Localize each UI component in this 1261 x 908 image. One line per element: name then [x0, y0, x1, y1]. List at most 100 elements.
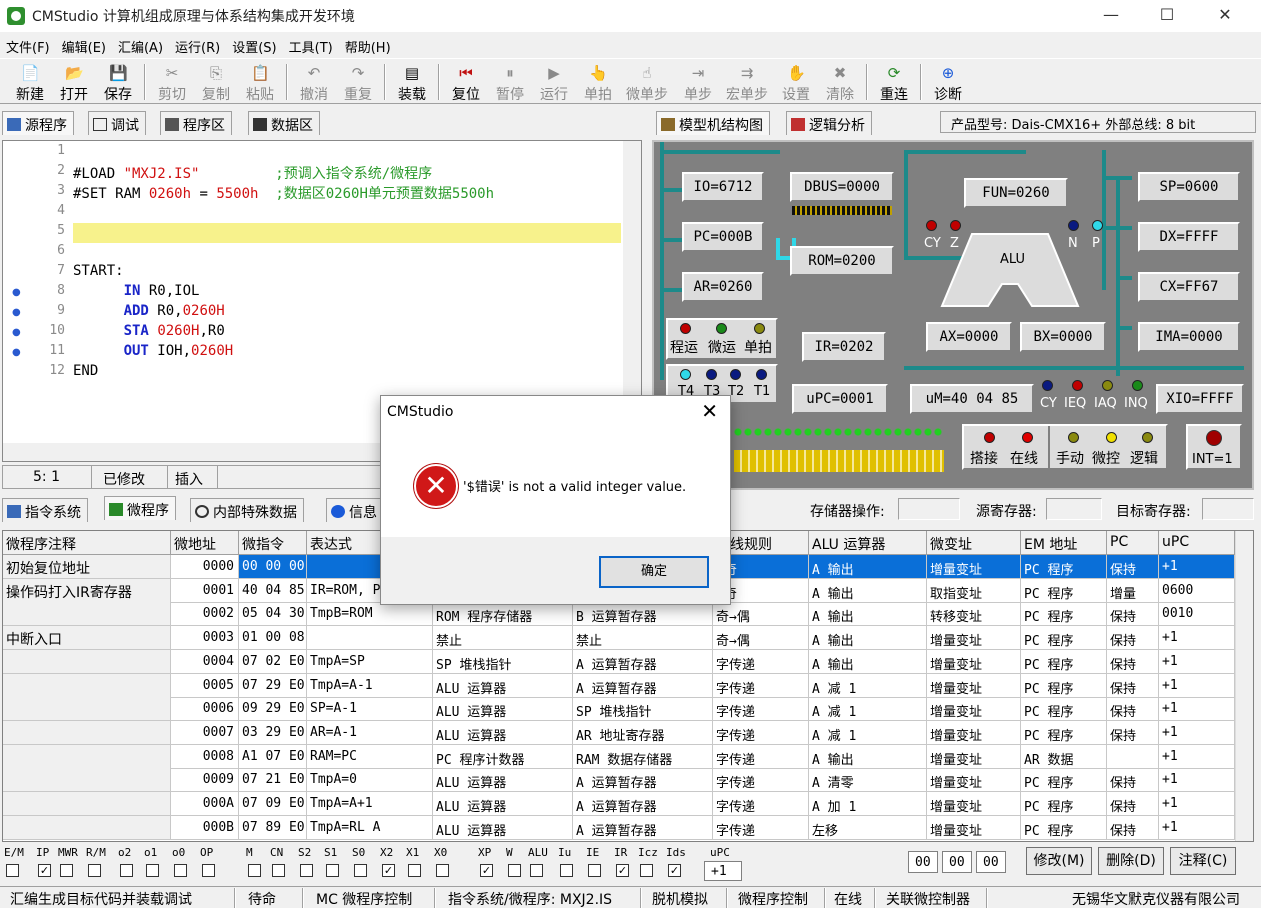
- table-cell[interactable]: 01 00 08: [239, 626, 307, 651]
- code-line-2[interactable]: #LOAD "MXJ2.IS" ;预调入指令系统/微程序: [73, 163, 432, 183]
- table-cell[interactable]: ALU 运算器: [433, 673, 573, 698]
- row-comment-cell[interactable]: [3, 720, 171, 745]
- table-cell[interactable]: 左移: [809, 815, 927, 840]
- table-cell[interactable]: [1107, 744, 1159, 769]
- table-cell[interactable]: +1: [1159, 768, 1235, 793]
- table-cell[interactable]: AR 地址寄存器: [573, 720, 713, 745]
- table-cell[interactable]: 保持: [1107, 673, 1159, 698]
- table-cell[interactable]: PC 程序: [1021, 792, 1107, 816]
- table-cell[interactable]: 05 04 30: [239, 602, 307, 627]
- bit-checkbox[interactable]: [300, 864, 313, 877]
- table-cell[interactable]: 0600: [1159, 578, 1235, 603]
- row-comment-cell[interactable]: 中断入口: [3, 626, 171, 651]
- bit-checkbox[interactable]: [560, 864, 573, 877]
- table-cell[interactable]: 0001: [171, 578, 239, 603]
- bit-checkbox[interactable]: [326, 864, 339, 877]
- table-cell[interactable]: 字传递: [713, 697, 809, 722]
- table-cell[interactable]: 07 89 E0: [239, 815, 307, 840]
- table-cell[interactable]: AR=A-1: [307, 720, 433, 745]
- table-cell[interactable]: +1: [1159, 744, 1235, 769]
- table-cell[interactable]: 增量变址: [927, 744, 1021, 769]
- table-cell[interactable]: PC 程序计数器: [433, 744, 573, 769]
- table-cell[interactable]: A 运算暂存器: [573, 815, 713, 840]
- copy-button[interactable]: ⎘ 复制: [194, 62, 238, 104]
- table-cell[interactable]: PC 程序: [1021, 768, 1107, 793]
- bit-checkbox[interactable]: [120, 864, 133, 877]
- column-header[interactable]: PC: [1107, 531, 1159, 555]
- table-cell[interactable]: 保持: [1107, 649, 1159, 674]
- table-cell[interactable]: PC 程序: [1021, 720, 1107, 745]
- tab-source[interactable]: 源程序: [2, 111, 74, 135]
- hex-byte-input[interactable]: 00: [908, 851, 938, 873]
- cut-button[interactable]: ✂ 剪切: [150, 62, 194, 104]
- table-cell[interactable]: 保持: [1107, 602, 1159, 627]
- table-cell[interactable]: TmpA=A+1: [307, 792, 433, 816]
- bit-checkbox[interactable]: [588, 864, 601, 877]
- table-cell[interactable]: 09 29 E0: [239, 697, 307, 722]
- breakpoint-marker[interactable]: ●: [12, 347, 21, 358]
- table-cell[interactable]: 保持: [1107, 720, 1159, 745]
- table-cell[interactable]: 增量变址: [927, 626, 1021, 651]
- tab-program-area[interactable]: 程序区: [160, 111, 232, 135]
- column-header[interactable]: uPC: [1159, 531, 1235, 555]
- tab-debug[interactable]: 调试: [88, 111, 146, 135]
- table-cell[interactable]: +1: [1159, 555, 1235, 579]
- table-cell[interactable]: 0003: [171, 626, 239, 651]
- modify-button[interactable]: 修改(M): [1026, 847, 1092, 875]
- table-cell[interactable]: PC 程序: [1021, 602, 1107, 627]
- row-comment-cell[interactable]: [3, 768, 171, 793]
- table-cell[interactable]: 0005: [171, 673, 239, 698]
- menu-settings[interactable]: 设置(S): [226, 32, 282, 56]
- tab-data-area[interactable]: 数据区: [248, 111, 320, 135]
- undo-button[interactable]: ↶ 撤消: [292, 62, 336, 104]
- table-cell[interactable]: 字传递: [713, 815, 809, 840]
- code-line-7[interactable]: START:: [73, 263, 124, 283]
- menu-help[interactable]: 帮助(H): [339, 32, 397, 56]
- table-cell[interactable]: A 加 1: [809, 792, 927, 816]
- table-cell[interactable]: 增量变址: [927, 815, 1021, 840]
- table-cell[interactable]: ALU 运算器: [433, 697, 573, 722]
- bit-checkbox[interactable]: [640, 864, 653, 877]
- row-comment-cell[interactable]: [3, 815, 171, 840]
- table-cell[interactable]: ALU 运算器: [433, 720, 573, 745]
- table-cell[interactable]: 字传递: [713, 649, 809, 674]
- table-cell[interactable]: [307, 626, 433, 651]
- bit-checkbox[interactable]: [88, 864, 101, 877]
- row-comment-cell[interactable]: [3, 673, 171, 698]
- table-cell[interactable]: 00 00 00: [239, 555, 307, 579]
- table-cell[interactable]: A 输出: [809, 578, 927, 603]
- table-cell[interactable]: 增量变址: [927, 792, 1021, 816]
- table-cell[interactable]: 07 02 E0: [239, 649, 307, 674]
- table-cell[interactable]: 保持: [1107, 768, 1159, 793]
- bit-checkbox[interactable]: [530, 864, 543, 877]
- table-cell[interactable]: AR 数据: [1021, 744, 1107, 769]
- table-vertical-scrollbar[interactable]: [1235, 531, 1253, 841]
- bit-checkbox[interactable]: [6, 864, 19, 877]
- table-cell[interactable]: ALU 运算器: [433, 815, 573, 840]
- bit-checkbox[interactable]: ✓: [480, 864, 493, 877]
- table-cell[interactable]: PC 程序: [1021, 578, 1107, 603]
- table-cell[interactable]: TmpA=A-1: [307, 673, 433, 698]
- table-cell[interactable]: PC 程序: [1021, 626, 1107, 651]
- code-line-10[interactable]: STA 0260H,R0: [73, 323, 225, 343]
- table-cell[interactable]: 保持: [1107, 626, 1159, 651]
- table-cell[interactable]: 禁止: [573, 626, 713, 651]
- column-header[interactable]: 微变址: [927, 531, 1021, 555]
- bit-checkbox[interactable]: [60, 864, 73, 877]
- table-cell[interactable]: 字传递: [713, 720, 809, 745]
- bit-checkbox[interactable]: [272, 864, 285, 877]
- bit-checkbox[interactable]: [354, 864, 367, 877]
- table-cell[interactable]: A 输出: [809, 626, 927, 651]
- table-cell[interactable]: PC 程序: [1021, 815, 1107, 840]
- table-cell[interactable]: 0002: [171, 602, 239, 627]
- table-cell[interactable]: 0010: [1159, 602, 1235, 627]
- clear-button[interactable]: ✖ 清除: [818, 62, 862, 104]
- table-cell[interactable]: A 运算暂存器: [573, 649, 713, 674]
- step-button[interactable]: ⇥ 单步: [676, 62, 720, 104]
- table-cell[interactable]: 字传递: [713, 744, 809, 769]
- column-header[interactable]: EM 地址: [1021, 531, 1107, 555]
- table-cell[interactable]: PC 程序: [1021, 673, 1107, 698]
- new-button[interactable]: 📄 新建: [8, 62, 52, 104]
- table-cell[interactable]: +1: [1159, 649, 1235, 674]
- code-line-9[interactable]: ADD R0,0260H: [73, 303, 225, 323]
